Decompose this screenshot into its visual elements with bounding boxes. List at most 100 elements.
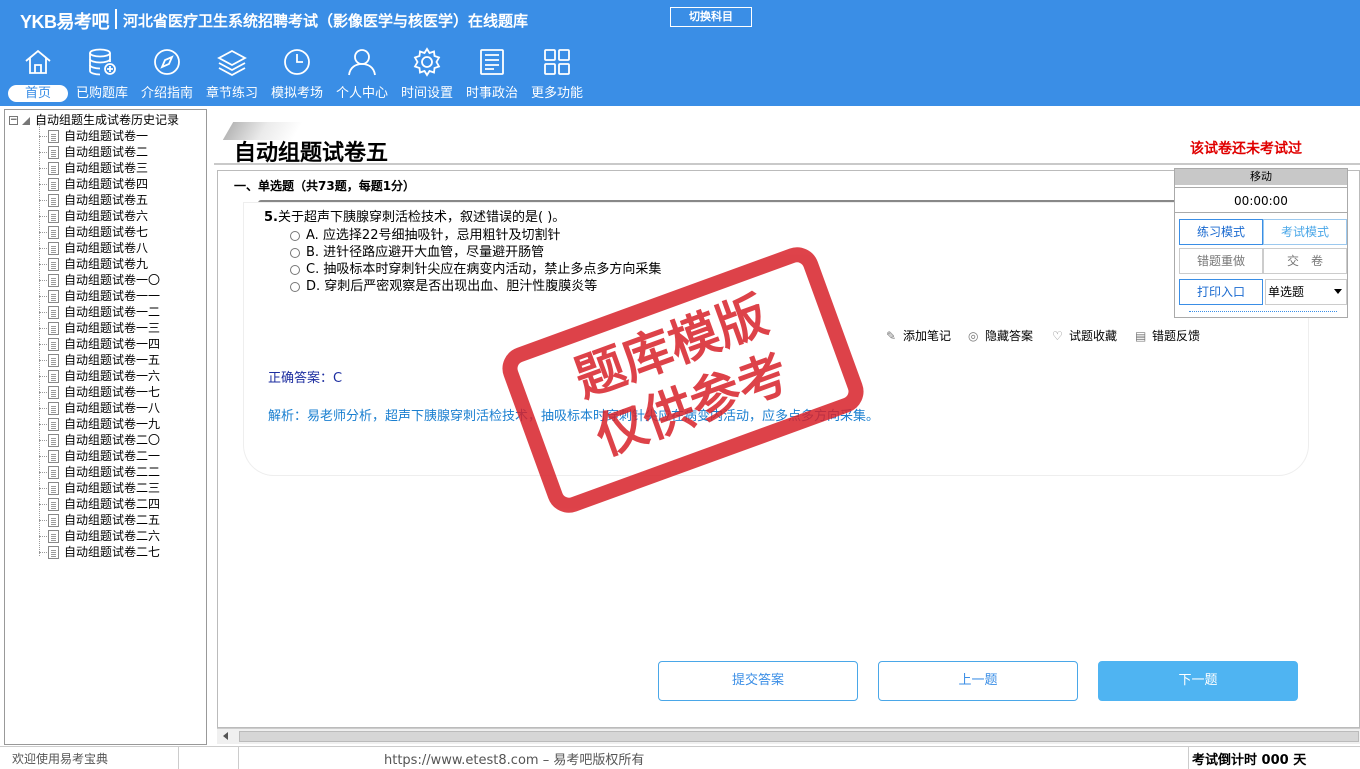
tree-item-label: 自动组题试卷三	[64, 161, 149, 175]
tree-item[interactable]: 自动组题试卷二六	[39, 528, 160, 544]
document-icon	[48, 482, 59, 495]
gear-icon	[413, 47, 441, 77]
tree-item[interactable]: 自动组题试卷二四	[39, 496, 160, 512]
question-text: 关于超声下胰腺穿刺活检技术，叙述错误的是( )。	[277, 210, 566, 225]
collapse-icon[interactable]: −	[9, 116, 18, 125]
tree-item-label: 自动组题试卷六	[64, 209, 149, 223]
panel-move-handle[interactable]: 移动	[1175, 169, 1347, 185]
tree-connector	[39, 312, 47, 313]
nav-mock-exam[interactable]: 模拟考场	[265, 46, 329, 104]
nav-guide[interactable]: 介绍指南	[135, 46, 199, 104]
tree-item[interactable]: 自动组题试卷七	[39, 224, 148, 240]
question-type-select[interactable]: 单选题	[1265, 279, 1347, 305]
nav-more[interactable]: 更多功能	[525, 46, 589, 104]
radio-button[interactable]	[290, 230, 300, 241]
tree-item[interactable]: 自动组题试卷二七	[39, 544, 160, 560]
option-d[interactable]: D. 穿刺后严密观察是否出现出血、胆汁性腹膜炎等	[290, 275, 597, 294]
document-icon	[48, 162, 59, 175]
tree-item[interactable]: 自动组题试卷一四	[39, 336, 160, 352]
tree-item-label: 自动组题试卷一五	[64, 353, 161, 367]
radio-button[interactable]	[290, 264, 300, 275]
switch-subject-button[interactable]: 切换科目	[670, 7, 752, 27]
tree-connector	[39, 216, 47, 217]
tree-item[interactable]: 自动组题试卷五	[39, 192, 148, 208]
tree-item-label: 自动组题试卷一八	[64, 401, 161, 415]
document-icon	[48, 306, 59, 319]
tree-root[interactable]: − 自动组题生成试卷历史记录	[9, 113, 179, 127]
tree-item[interactable]: 自动组题试卷一九	[39, 416, 160, 432]
tree-item[interactable]: 自动组题试卷一八	[39, 400, 160, 416]
horizontal-scrollbar[interactable]	[217, 728, 1360, 744]
tree-item[interactable]: 自动组题试卷二一	[39, 448, 160, 464]
redo-wrong-button[interactable]: 错题重做	[1179, 248, 1263, 274]
tree-item[interactable]: 自动组题试卷一六	[39, 368, 160, 384]
tree-item-label: 自动组题试卷一六	[64, 369, 161, 383]
tree-item[interactable]: 自动组题试卷一	[39, 128, 148, 144]
tree-connector	[39, 248, 47, 249]
report-error-button[interactable]: ▤ 错题反馈	[1135, 327, 1200, 344]
radio-button[interactable]	[290, 247, 300, 258]
tree-connector	[39, 360, 47, 361]
tree-item[interactable]: 自动组题试卷一三	[39, 320, 160, 336]
scroll-left-icon[interactable]	[223, 732, 228, 740]
nav-current-affairs[interactable]: 时事政治	[460, 46, 524, 104]
tree-item-label: 自动组题试卷一一	[64, 289, 161, 303]
tree-connector	[39, 488, 47, 489]
tree-item[interactable]: 自动组题试卷三	[39, 160, 148, 176]
tree-connector	[39, 264, 47, 265]
scroll-thumb[interactable]	[239, 731, 1359, 742]
tree-item[interactable]: 自动组题试卷九	[39, 256, 148, 272]
tree-item[interactable]: 自动组题试卷一二	[39, 304, 160, 320]
next-question-button[interactable]: 下一题	[1098, 661, 1298, 701]
radio-button[interactable]	[290, 281, 300, 292]
add-note-button[interactable]: ✎ 添加笔记	[886, 327, 951, 344]
tree-item[interactable]: 自动组题试卷四	[39, 176, 148, 192]
favorite-button[interactable]: ♡ 试题收藏	[1052, 327, 1117, 344]
nav-personal-center[interactable]: 个人中心	[330, 46, 394, 104]
brand-logo: YKB易考吧	[20, 12, 110, 32]
tree-item[interactable]: 自动组题试卷二三	[39, 480, 160, 496]
panel-scrollbar[interactable]	[1189, 311, 1337, 314]
home-icon	[25, 49, 51, 74]
tree-item-label: 自动组题试卷一〇	[64, 273, 161, 287]
status-bar: 欢迎使用易考宝典 https://www.etest8.com – 易考吧版权所…	[0, 746, 1360, 769]
tree-item[interactable]: 自动组题试卷一一	[39, 288, 160, 304]
exam-mode-button[interactable]: 考试模式	[1263, 219, 1347, 245]
section-heading: 一、单选题（共73题，每题1分）	[234, 179, 416, 193]
document-icon	[48, 402, 59, 415]
tree-item[interactable]: 自动组题试卷一〇	[39, 272, 160, 288]
tree-item[interactable]: 自动组题试卷一七	[39, 384, 160, 400]
tree-item[interactable]: 自动组题试卷六	[39, 208, 148, 224]
tree-connector	[39, 376, 47, 377]
document-icon	[48, 146, 59, 159]
nav-label: 更多功能	[530, 86, 583, 101]
document-icon	[48, 498, 59, 511]
hide-answer-button[interactable]: ◎ 隐藏答案	[968, 327, 1033, 344]
document-icon	[48, 338, 59, 351]
tree-connector	[39, 280, 47, 281]
document-icon	[48, 194, 59, 207]
tree-item[interactable]: 自动组题试卷二	[39, 144, 148, 160]
tree-connector	[39, 440, 47, 441]
prev-question-button[interactable]: 上一题	[878, 661, 1078, 701]
print-button[interactable]: 打印入口	[1179, 279, 1263, 305]
tree-item[interactable]: 自动组题试卷二五	[39, 512, 160, 528]
tree-connector	[39, 296, 47, 297]
app-title: 河北省医疗卫生系统招聘考试（影像医学与核医学）在线题库	[123, 12, 529, 30]
tree-connector	[39, 456, 47, 457]
tree-item[interactable]: 自动组题试卷二二	[39, 464, 160, 480]
submit-answer-button[interactable]: 提交答案	[658, 661, 858, 701]
nav-home[interactable]: 首页	[6, 46, 70, 104]
tree-item[interactable]: 自动组题试卷八	[39, 240, 148, 256]
tree-item-label: 自动组题试卷七	[64, 225, 149, 239]
tree-item[interactable]: 自动组题试卷一五	[39, 352, 160, 368]
tree-item[interactable]: 自动组题试卷二〇	[39, 432, 160, 448]
nav-chapter-practice[interactable]: 章节练习	[200, 46, 264, 104]
nav-purchased[interactable]: 已购题库	[70, 46, 134, 104]
tree-item-label: 自动组题试卷一三	[64, 321, 161, 335]
document-icon	[48, 178, 59, 191]
practice-mode-button[interactable]: 练习模式	[1179, 219, 1263, 245]
submit-paper-button[interactable]: 交 卷	[1263, 248, 1347, 274]
tree-connector	[39, 504, 47, 505]
nav-time-settings[interactable]: 时间设置	[395, 46, 459, 104]
